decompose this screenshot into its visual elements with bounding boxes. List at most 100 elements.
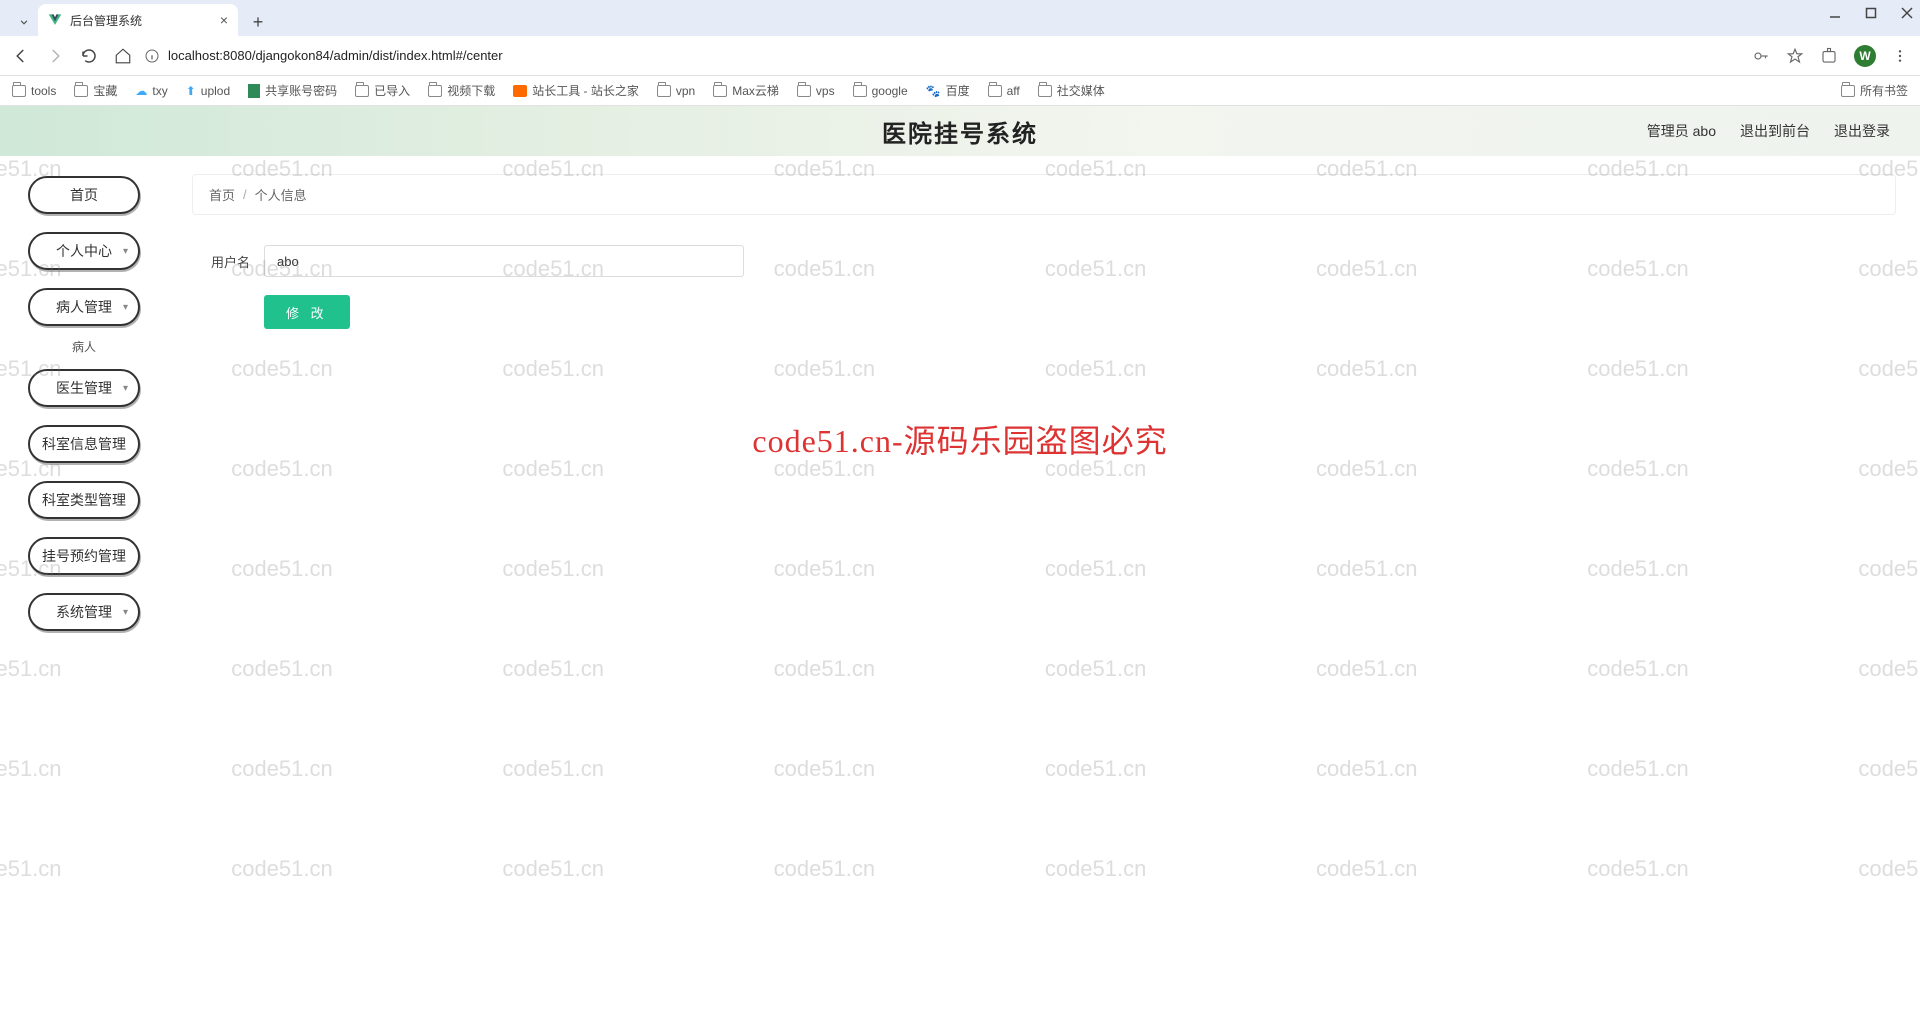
sidebar-item-label: 个人中心 (56, 241, 112, 261)
all-bookmarks[interactable]: 所有书签 (1841, 82, 1908, 99)
bookmark-label: google (872, 84, 908, 98)
chevron-down-icon: ▾ (123, 246, 128, 257)
bookmark-item[interactable]: Max云梯 (713, 82, 779, 99)
nav-forward-icon[interactable] (46, 47, 64, 65)
browser-menu-icon[interactable] (1892, 48, 1908, 64)
bookmark-item[interactable]: vpn (657, 84, 695, 98)
app-title: 医院挂号系统 (882, 114, 1038, 149)
breadcrumb-home[interactable]: 首页 (209, 185, 235, 204)
bookmark-label: uplod (201, 84, 230, 98)
sidebar-item-6[interactable]: 挂号预约管理 (28, 537, 140, 575)
bookmark-label: vps (816, 84, 835, 98)
bookmark-item[interactable]: 已导入 (355, 82, 410, 99)
password-key-icon[interactable] (1752, 47, 1770, 65)
folder-icon (713, 85, 727, 97)
upload-icon: ⬆ (186, 84, 196, 98)
app-wrap: 医院挂号系统 管理员 abo 退出到前台 退出登录 首页个人中心 ▾ 病人管理▾ 病人… (0, 106, 1920, 1034)
breadcrumb: 首页 / 个人信息 (192, 174, 1896, 215)
bookmark-item[interactable]: 视频下载 (428, 82, 495, 99)
bookmark-item[interactable]: 社交媒体 (1038, 82, 1105, 99)
doc-icon (248, 84, 260, 98)
url-text[interactable]: localhost:8080/djangokon84/admin/dist/in… (168, 48, 503, 63)
folder-icon (428, 85, 442, 97)
window-minimize-icon[interactable] (1828, 6, 1842, 20)
bookmark-label: aff (1007, 84, 1020, 98)
site-info-icon[interactable] (144, 48, 160, 64)
form-area: 用户名 修 改 (192, 245, 1896, 329)
bookmark-item[interactable]: ⬆ uplod (186, 84, 230, 98)
sidebar-item-3[interactable]: 医生管理 ▾ (28, 369, 140, 407)
folder-icon (74, 85, 88, 97)
bookmark-item[interactable]: 🐾 百度 (926, 82, 970, 99)
sidebar-item-label: 系统管理 (56, 602, 112, 622)
breadcrumb-separator: / (243, 187, 247, 202)
bookmark-label: 百度 (946, 82, 970, 99)
bookmark-label: 站长工具 - 站长之家 (532, 82, 639, 99)
sidebar-item-1[interactable]: 个人中心 ▾ (28, 232, 140, 270)
baidu-icon: 🐾 (926, 84, 941, 98)
nav-back-icon[interactable] (12, 47, 30, 65)
tab-close-icon[interactable]: × (220, 12, 228, 28)
sidebar-item-label: 医生管理 (56, 378, 112, 398)
folder-icon (988, 85, 1002, 97)
bookmark-item[interactable]: 共享账号密码 (248, 82, 337, 99)
bookmark-item[interactable]: 站长工具 - 站长之家 (513, 82, 639, 99)
bookmark-bar: tools 宝藏 ☁ txy ⬆ uplod 共享账号密码 已导入 视频下载 站长工具 - 站长之… (0, 76, 1920, 106)
bookmark-label: 社交媒体 (1057, 82, 1105, 99)
main-content: 首页 / 个人信息 用户名 修 改 (168, 156, 1920, 1034)
bookmark-item[interactable]: aff (988, 84, 1020, 98)
sidebar-item-label: 科室类型管理 (42, 490, 126, 510)
header-user-label[interactable]: 管理员 abo (1647, 121, 1716, 141)
bookmark-item[interactable]: vps (797, 84, 835, 98)
chevron-down-icon: ▾ (123, 383, 128, 394)
bookmark-item[interactable]: 宝藏 (74, 82, 117, 99)
bookmark-label: txy (152, 84, 167, 98)
vue-favicon-icon (48, 13, 62, 27)
new-tab-button[interactable]: + (244, 8, 272, 36)
submit-button[interactable]: 修 改 (264, 295, 350, 329)
folder-icon (12, 85, 26, 97)
cloud-icon: ☁ (135, 84, 147, 98)
sidebar-item-4[interactable]: 科室信息管理 (28, 425, 140, 463)
browser-tab[interactable]: 后台管理系统 × (38, 4, 238, 36)
bookmark-label: 共享账号密码 (265, 82, 337, 99)
nav-home-icon[interactable] (114, 47, 132, 65)
folder-icon (355, 85, 369, 97)
toolkit-icon (513, 85, 527, 97)
bookmark-item[interactable]: tools (12, 84, 56, 98)
app-header: 医院挂号系统 管理员 abo 退出到前台 退出登录 (0, 106, 1920, 156)
folder-icon (1038, 85, 1052, 97)
header-logout-link[interactable]: 退出登录 (1834, 121, 1890, 141)
extensions-icon[interactable] (1820, 47, 1838, 65)
window-maximize-icon[interactable] (1864, 6, 1878, 20)
chevron-down-icon: ▾ (123, 607, 128, 618)
sidebar-item-7[interactable]: 系统管理 ▾ (28, 593, 140, 631)
bookmark-star-icon[interactable] (1786, 47, 1804, 65)
sidebar-item-label: 挂号预约管理 (42, 546, 126, 566)
sidebar-item-5[interactable]: 科室类型管理 (28, 481, 140, 519)
header-to-front-link[interactable]: 退出到前台 (1740, 121, 1810, 141)
bookmark-item[interactable]: ☁ txy (135, 84, 167, 98)
folder-icon (797, 85, 811, 97)
address-bar: localhost:8080/djangokon84/admin/dist/in… (0, 36, 1920, 76)
username-label: 用户名 (202, 252, 250, 271)
window-controls (1828, 6, 1914, 20)
tabs-dropdown-icon[interactable] (10, 8, 38, 36)
bookmark-label: 已导入 (374, 82, 410, 99)
bookmark-label: 视频下载 (447, 82, 495, 99)
bookmark-label: tools (31, 84, 56, 98)
bookmark-label: Max云梯 (732, 82, 779, 99)
username-input[interactable] (264, 245, 744, 277)
window-close-icon[interactable] (1900, 6, 1914, 20)
sidebar-item-2[interactable]: 病人管理▾ (28, 288, 140, 326)
browser-chrome: 后台管理系统 × + localhost:8080/djangokon84/ad… (0, 0, 1920, 106)
tab-strip: 后台管理系统 × + (0, 0, 1920, 36)
sidebar: 首页个人中心▾病人管理▾病人医生管理▾科室信息管理科室类型管理挂号预约管理系统管… (0, 156, 168, 1034)
sidebar-item-label: 首页 (70, 185, 98, 205)
nav-reload-icon[interactable] (80, 47, 98, 65)
bookmark-item[interactable]: google (853, 84, 908, 98)
sidebar-subitem[interactable]: 病人 (72, 338, 96, 355)
profile-avatar[interactable]: W (1854, 45, 1876, 67)
sidebar-item-0[interactable]: 首页 (28, 176, 140, 214)
folder-icon (1841, 85, 1855, 97)
